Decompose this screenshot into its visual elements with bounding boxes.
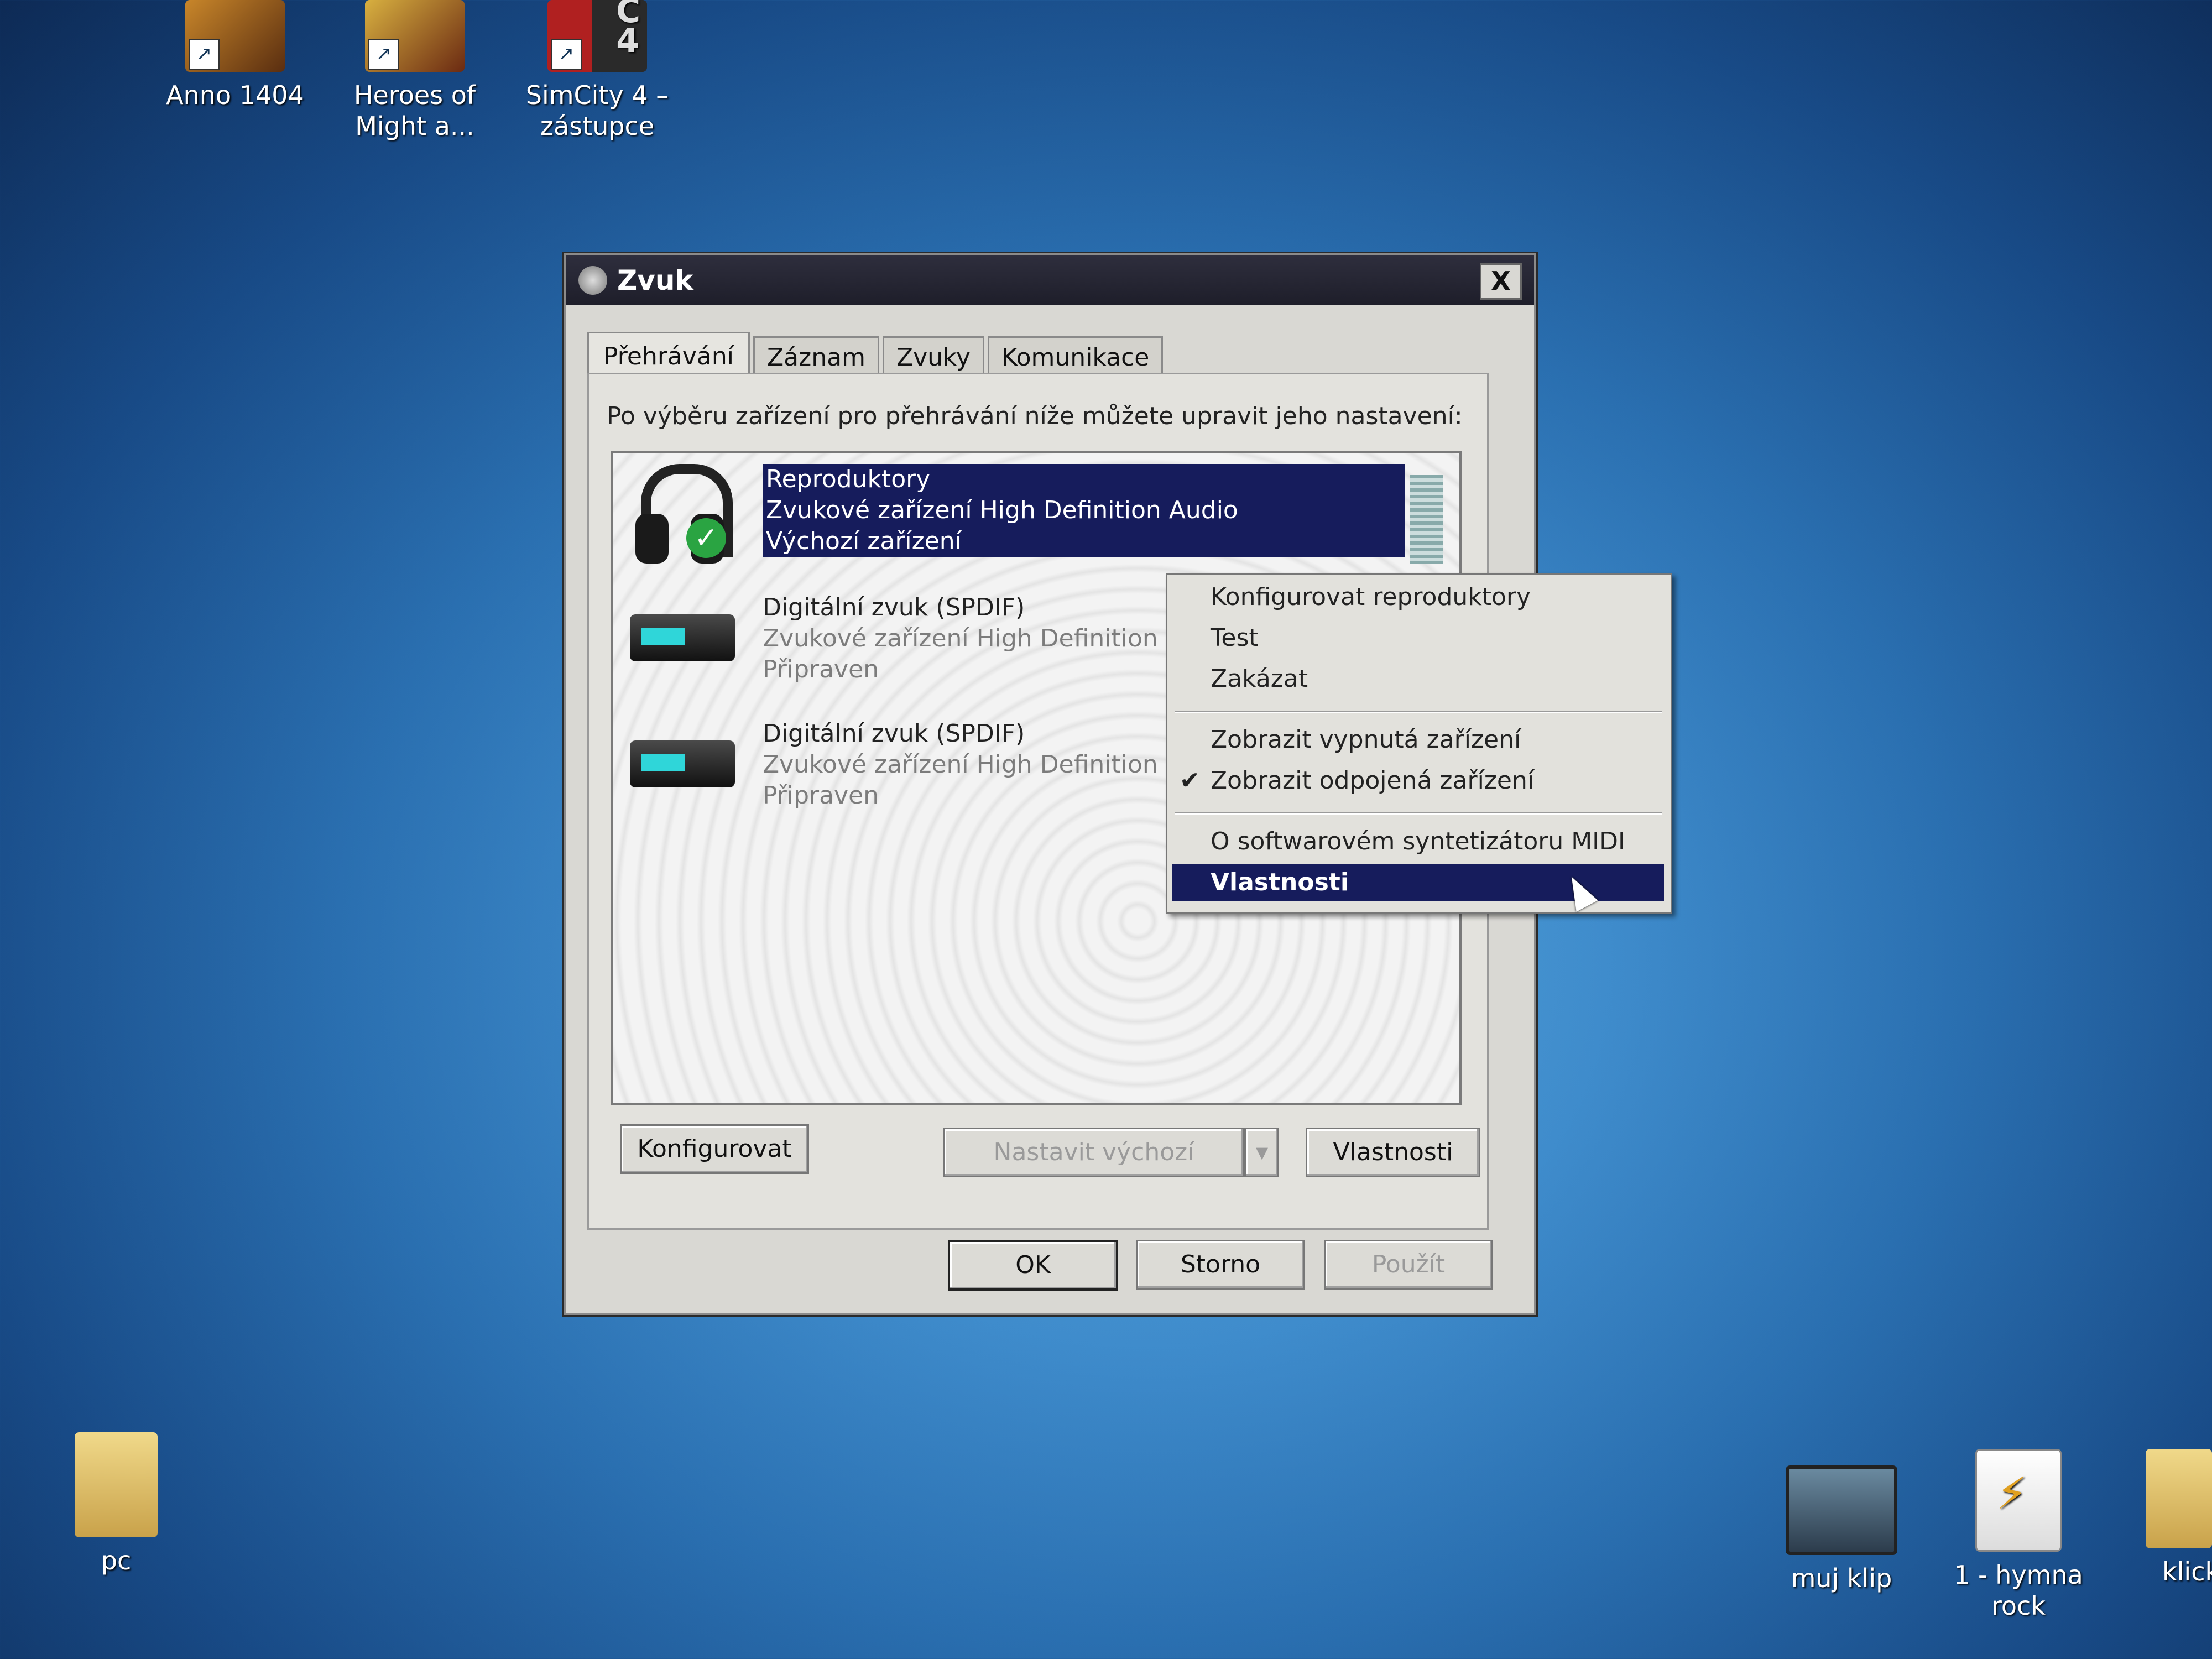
device-description: Zvukové zařízení High Definition Audio bbox=[766, 496, 1238, 524]
shortcut-arrow-icon: ↗ bbox=[189, 39, 220, 70]
menu-separator bbox=[1175, 711, 1662, 713]
receiver-body bbox=[630, 614, 735, 661]
configure-button[interactable]: Konfigurovat bbox=[620, 1124, 809, 1174]
receiver-display bbox=[641, 628, 685, 645]
menu-item-show-disabled-devices[interactable]: Zobrazit vypnutá zařízení bbox=[1172, 722, 1664, 758]
desktop-icon-label: SimCity 4 – bbox=[525, 80, 669, 110]
menu-item-midi-synth-about[interactable]: O softwarovém syntetizátoru MIDI bbox=[1172, 823, 1664, 860]
menu-item-test[interactable]: Test bbox=[1172, 620, 1664, 656]
desktop-icon-label: 1 - hymna rock bbox=[1954, 1560, 2083, 1621]
device-description: Zvukové zařízení High Definition Audio bbox=[763, 750, 1235, 779]
title-bar[interactable]: Zvuk bbox=[566, 255, 1534, 305]
audio-file-icon: ⚡ bbox=[1975, 1449, 2062, 1552]
device-status: Připraven bbox=[763, 781, 879, 810]
heroes-icon: ↗ bbox=[365, 0, 465, 72]
menu-item-configure-speakers[interactable]: Konfigurovat reproduktory bbox=[1172, 579, 1664, 615]
device-text: Digitální zvuk (SPDIF) Zvukové zařízení … bbox=[763, 718, 1235, 811]
video-icon bbox=[1786, 1465, 1897, 1555]
headphones-ear-left bbox=[635, 514, 669, 564]
instruction-text: Po výběru zařízení pro přehrávání níže m… bbox=[607, 402, 1463, 430]
desktop-icon-label: Anno 1404 bbox=[166, 80, 304, 110]
desktop-icon-label-2: zástupce bbox=[540, 111, 655, 141]
simcity-badge-number: 4 bbox=[616, 22, 639, 60]
simcity-icon: ↗ C 4 bbox=[547, 0, 647, 72]
apply-button[interactable]: Použít bbox=[1324, 1240, 1493, 1290]
shortcut-arrow-icon: ↗ bbox=[551, 39, 582, 70]
desktop-icon-label: muj klip bbox=[1791, 1563, 1892, 1593]
context-menu: Konfigurovat reproduktory Test Zakázat Z… bbox=[1166, 573, 1672, 914]
chevron-down-icon: ▾ bbox=[1255, 1138, 1269, 1166]
shortcut-arrow-icon: ↗ bbox=[368, 39, 399, 70]
speaker-app-icon bbox=[578, 266, 607, 295]
receiver-body bbox=[630, 740, 735, 787]
device-description: Zvukové zařízení High Definition Audio bbox=[763, 624, 1235, 653]
cancel-button[interactable]: Storno bbox=[1136, 1240, 1305, 1290]
menu-item-show-disconnected-devices[interactable]: ✔ Zobrazit odpojená zařízení bbox=[1172, 763, 1664, 799]
headphones-icon: ✓ bbox=[624, 458, 735, 564]
device-name: Reproduktory bbox=[766, 465, 931, 493]
desktop-icon-label: Heroes of bbox=[353, 80, 476, 110]
ok-button[interactable]: OK bbox=[948, 1240, 1118, 1291]
desktop-icon-hymna-rock[interactable]: ⚡ 1 - hymna rock bbox=[1936, 1449, 2101, 1621]
device-name: Digitální zvuk (SPDIF) bbox=[763, 719, 1025, 748]
desktop-icon-anno-1404[interactable]: ↗ Anno 1404 bbox=[152, 0, 318, 111]
menu-item-label: Zobrazit odpojená zařízení bbox=[1211, 766, 1535, 795]
set-default-button[interactable]: Nastavit výchozí bbox=[943, 1128, 1245, 1177]
menu-item-disable[interactable]: Zakázat bbox=[1172, 661, 1664, 697]
desktop-icon-simcity[interactable]: ↗ C 4 SimCity 4 – zástupce bbox=[514, 0, 680, 142]
folder-icon bbox=[2146, 1449, 2212, 1548]
tab-communications[interactable]: Komunikace bbox=[987, 336, 1164, 377]
desktop-icon-heroes[interactable]: ↗ Heroes of Might a... bbox=[332, 0, 498, 142]
set-default-dropdown-button[interactable]: ▾ bbox=[1245, 1128, 1279, 1177]
default-device-check-icon: ✓ bbox=[686, 518, 726, 558]
volume-meter bbox=[1410, 475, 1443, 564]
device-text: Reproduktory Zvukové zařízení High Defin… bbox=[763, 464, 1405, 557]
tab-bar: Přehrávání Záznam Zvuky Komunikace bbox=[587, 328, 1166, 380]
receiver-icon bbox=[624, 587, 735, 692]
window-title: Zvuk bbox=[617, 264, 693, 296]
desktop-icon-label-2: Might a... bbox=[355, 111, 474, 141]
desktop-icon-muj-klip[interactable]: muj klip bbox=[1759, 1465, 1924, 1594]
properties-button[interactable]: Vlastnosti bbox=[1306, 1128, 1480, 1177]
device-text: Digitální zvuk (SPDIF) Zvukové zařízení … bbox=[763, 592, 1235, 685]
desktop-icon-pc[interactable]: pc bbox=[33, 1432, 199, 1576]
device-status: Připraven bbox=[763, 655, 879, 684]
desktop-icon-label: pc bbox=[101, 1546, 132, 1575]
folder-icon bbox=[75, 1432, 158, 1537]
menu-separator bbox=[1175, 812, 1662, 815]
device-item-speakers[interactable]: ✓ Reproduktory Zvukové zařízení High Def… bbox=[613, 453, 1459, 575]
lightning-icon: ⚡ bbox=[1996, 1468, 2028, 1519]
desktop-icon-klick[interactable]: klick bbox=[2112, 1449, 2212, 1587]
receiver-display bbox=[641, 754, 685, 771]
tab-sounds[interactable]: Zvuky bbox=[882, 336, 984, 377]
tab-recording[interactable]: Záznam bbox=[753, 336, 879, 377]
anno-1404-icon: ↗ bbox=[185, 0, 285, 72]
close-button[interactable]: X bbox=[1480, 263, 1522, 300]
check-icon: ✔ bbox=[1180, 766, 1200, 795]
receiver-icon bbox=[624, 713, 735, 818]
device-name: Digitální zvuk (SPDIF) bbox=[763, 593, 1025, 622]
device-status: Výchozí zařízení bbox=[766, 527, 962, 555]
desktop-icon-label: klick bbox=[2162, 1557, 2212, 1587]
